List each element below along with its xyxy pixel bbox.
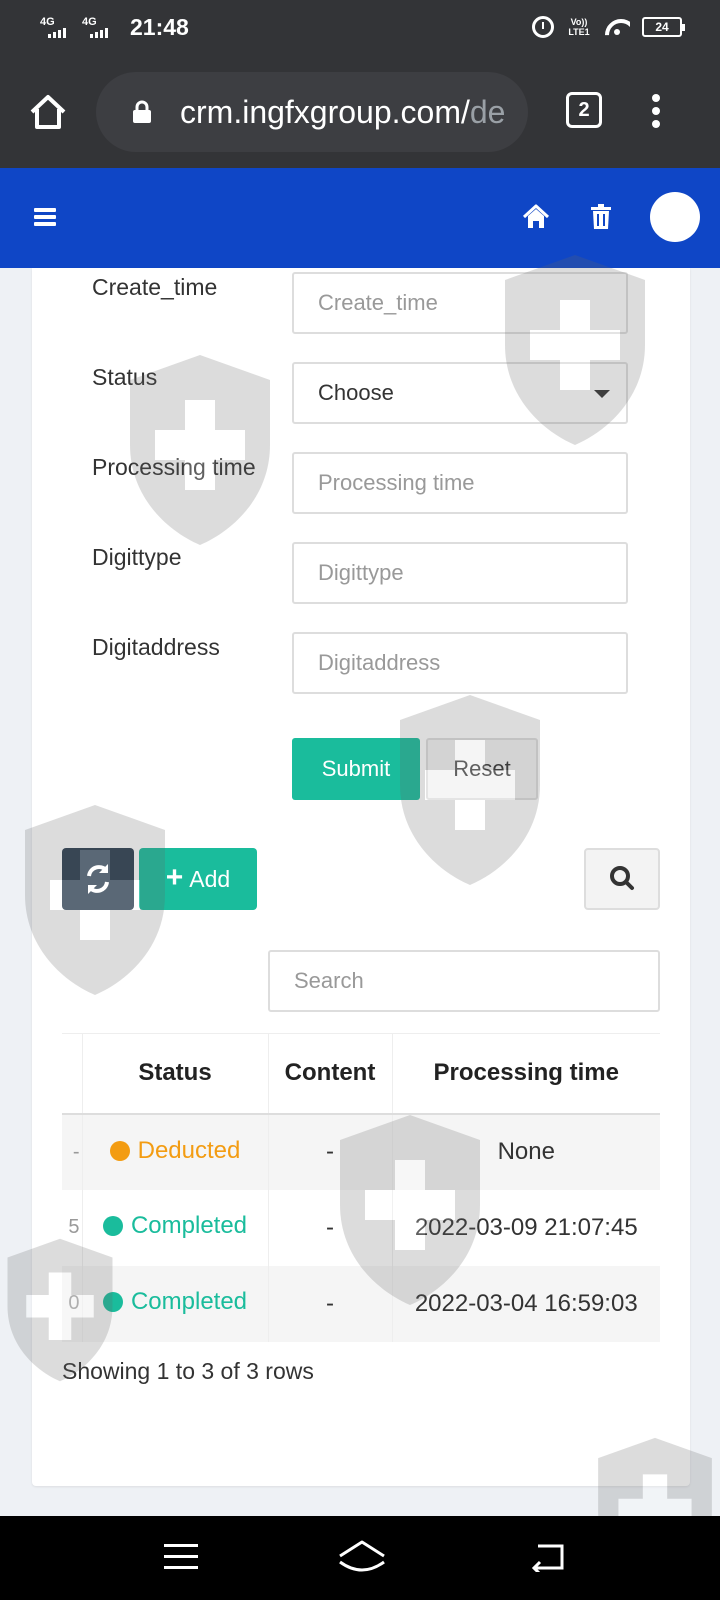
browser-toolbar: crm.ingfxgroup.com/de 2 (0, 56, 720, 168)
browser-home-icon[interactable] (28, 92, 68, 132)
status-bar: 4G 4G 21:48 Vo)) LTE1 24 (0, 0, 720, 56)
user-avatar[interactable] (650, 192, 700, 242)
table-cell-processing-time: 2022-03-09 21:07:45 (414, 1213, 638, 1241)
signal-1-icon: 4G (40, 16, 74, 38)
signal-2-icon: 4G (82, 16, 116, 38)
clock: 21:48 (130, 14, 189, 40)
table-cell-status: Completed (82, 1265, 269, 1342)
table-search-input[interactable] (268, 950, 660, 1012)
column-header-content[interactable]: Content (268, 1033, 393, 1115)
processing-time-label: Processing time (92, 454, 256, 480)
app-header (0, 168, 720, 268)
create-time-label: Create_time (92, 274, 218, 300)
pagination-info: Showing 1 to 3 of 3 rows (62, 1358, 314, 1384)
plus-icon: + (165, 860, 184, 894)
status-select[interactable]: Choose (292, 362, 628, 424)
table-row[interactable]: 5 Completed - 2022-03-09 21:07:45 (62, 1189, 660, 1266)
menu-toggle-icon[interactable] (34, 208, 56, 226)
add-button[interactable]: + Add (139, 848, 257, 910)
table-cell-content: - (268, 1113, 393, 1190)
table-cell-cut: - (62, 1113, 83, 1190)
search-toggle-button[interactable] (584, 848, 660, 910)
home-icon[interactable] (522, 204, 550, 230)
table-cell-processing-time: None (392, 1113, 660, 1190)
status-label: Status (92, 364, 158, 390)
digitaddress-input[interactable] (292, 632, 628, 694)
column-header-processing-time[interactable]: Processing time (392, 1033, 660, 1115)
table-row[interactable]: 0 Completed - 2022-03-04 16:59:03 (62, 1265, 660, 1342)
digittype-input[interactable] (292, 542, 628, 604)
submit-button[interactable]: Submit (292, 738, 420, 800)
alarm-icon (532, 16, 554, 38)
tab-switcher-button[interactable]: 2 (566, 92, 602, 128)
table-cell-cut: 5 (62, 1189, 83, 1266)
table-header-row: Status Content Processing time (62, 1033, 660, 1115)
refresh-icon (87, 864, 109, 894)
column-header-status[interactable]: Status (82, 1033, 269, 1115)
digitaddress-label: Digitaddress (92, 634, 220, 660)
wifi-icon (604, 17, 630, 37)
system-home-icon[interactable] (334, 1538, 390, 1578)
back-icon[interactable] (530, 1544, 566, 1572)
url-text: crm.ingfxgroup.com/de (180, 94, 506, 130)
address-bar[interactable]: crm.ingfxgroup.com/de (96, 72, 528, 152)
table-cell-content: - (268, 1265, 393, 1342)
chevron-down-icon (594, 390, 610, 398)
battery-icon: 24 (642, 17, 685, 37)
table-cell-cut: 0 (62, 1265, 83, 1342)
volte-indicator: Vo)) LTE1 (568, 17, 590, 37)
table-cell-content: - (268, 1189, 393, 1266)
records-table: Status Content Processing time - Deducte… (62, 1033, 660, 1342)
trash-icon[interactable] (590, 204, 612, 230)
system-nav-bar (0, 1516, 720, 1600)
create-time-input[interactable] (292, 272, 628, 334)
reset-button[interactable]: Reset (426, 738, 538, 800)
digittype-label: Digittype (92, 544, 182, 570)
status-dot-icon (102, 1292, 123, 1312)
search-icon (610, 866, 634, 890)
browser-menu-icon[interactable] (652, 94, 662, 128)
table-cell-status: Deducted (82, 1113, 269, 1190)
lock-icon (133, 100, 151, 123)
recent-apps-icon[interactable] (164, 1544, 198, 1570)
processing-time-input[interactable] (292, 452, 628, 514)
table-row[interactable]: - Deducted - None (62, 1113, 660, 1190)
content-card: Create_time Status Choose Processing tim… (32, 268, 690, 1486)
refresh-button[interactable] (62, 848, 134, 910)
table-cell-processing-time: 2022-03-04 16:59:03 (392, 1265, 660, 1342)
status-dot-icon (102, 1216, 123, 1236)
status-dot-icon (109, 1140, 130, 1161)
table-header-cut (62, 1033, 83, 1115)
table-cell-status: Completed (82, 1189, 269, 1266)
